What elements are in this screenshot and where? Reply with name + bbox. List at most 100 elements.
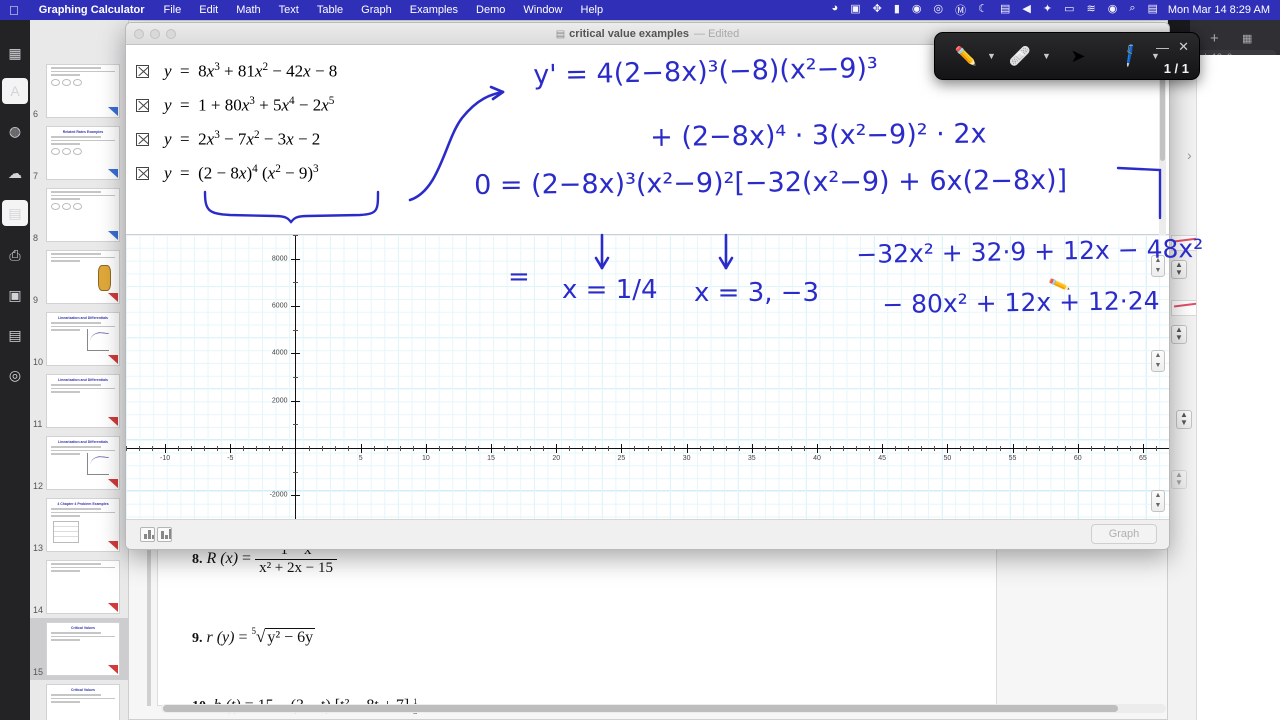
graph-canvas[interactable]: -10 -5 5 10 15 20 25 30 35 40 45 50 55 60 65 -2000 2000 4… bbox=[126, 235, 1169, 519]
slide-thumbnail-9[interactable]: 9 bbox=[30, 246, 128, 308]
slide-thumbnail-12[interactable]: Linearization and Differentials 12 bbox=[30, 432, 128, 494]
grid-icon[interactable]: ▦ bbox=[2, 40, 28, 66]
x-tick bbox=[1155, 446, 1157, 451]
moon-icon[interactable]: ☾ bbox=[972, 2, 994, 18]
minimize-toolbar-button[interactable]: — bbox=[1156, 40, 1169, 55]
menu-bar[interactable]:  Graphing Calculator FileEditMathTextTa… bbox=[0, 0, 1280, 20]
x-tick bbox=[451, 446, 453, 451]
equation-text[interactable]: y = 2x3 − 7x2 − 3x − 2 bbox=[164, 129, 320, 150]
equation-scrollbar[interactable] bbox=[1159, 71, 1166, 251]
stepper-control[interactable]: ▲ ▼ bbox=[1176, 410, 1192, 429]
graph-stepper-x[interactable]: ▲ ▼ bbox=[1151, 350, 1165, 372]
volume-icon[interactable]: ◀ bbox=[1016, 2, 1036, 18]
slide-thumbnail-10[interactable]: Linearization and Differentials 10 bbox=[30, 308, 128, 370]
screenshare-icon[interactable]: ▤ bbox=[1141, 2, 1163, 18]
slide-thumbnail-15[interactable]: Critical Values 15 bbox=[30, 618, 128, 680]
equation-text[interactable]: y = (2 − 8x)4 (x2 − 9)3 bbox=[164, 163, 319, 184]
calc-icon[interactable]: ▣ bbox=[2, 282, 28, 308]
slide-thumbnail-sidebar[interactable]: 6 Related Rates Examples 7 8 9 Linearization … bbox=[30, 20, 128, 720]
graph-stepper-y[interactable]: ▲ ▼ bbox=[1151, 255, 1165, 277]
close-toolbar-button[interactable]: ✕ bbox=[1178, 39, 1189, 55]
apple-icon[interactable]:  bbox=[0, 4, 29, 17]
pdf-icon[interactable]: ▤ bbox=[2, 322, 28, 348]
menu-table[interactable]: Table bbox=[308, 4, 352, 16]
equation-row[interactable]: y = 1 + 80x3 + 5x4 − 2x5 bbox=[136, 88, 1169, 122]
menu-file[interactable]: File bbox=[155, 4, 191, 16]
recording-icon[interactable]: ▮ bbox=[888, 2, 906, 18]
screen-icon[interactable]: ▣ bbox=[844, 2, 866, 18]
slide-thumbnail-6[interactable]: 6 bbox=[30, 60, 128, 122]
x-tick-label: -5 bbox=[227, 455, 234, 462]
menu-window[interactable]: Window bbox=[514, 4, 571, 16]
slide-thumbnail-16[interactable]: Critical Values16 bbox=[30, 680, 128, 720]
equation-text[interactable]: y = 8x3 + 81x2 − 42x − 8 bbox=[164, 61, 337, 82]
equation-text[interactable]: y = 1 + 80x3 + 5x4 − 2x5 bbox=[164, 95, 334, 116]
app-name-menu[interactable]: Graphing Calculator bbox=[29, 4, 155, 16]
traffic-lights[interactable] bbox=[134, 29, 176, 39]
slide-thumbnail-7[interactable]: Related Rates Examples 7 bbox=[30, 122, 128, 184]
equation-row[interactable]: y = (2 − 8x)4 (x2 − 9)3 bbox=[136, 156, 1169, 190]
menu-text[interactable]: Text bbox=[270, 4, 308, 16]
zoom-button[interactable] bbox=[166, 29, 176, 39]
search-icon[interactable]: ⌕ bbox=[1123, 2, 1141, 18]
close-button[interactable] bbox=[134, 29, 144, 39]
slide-thumbnail-11[interactable]: Linearization and Differentials 11 bbox=[30, 370, 128, 432]
fraction-denominator: x² + 2x − 15 bbox=[259, 560, 333, 576]
worksheet-horizontal-scrollbar[interactable] bbox=[161, 704, 1166, 713]
new-tab-icon[interactable]: + bbox=[1210, 30, 1219, 47]
menubar-clock[interactable]: Mon Mar 14 8:29 AM bbox=[1164, 4, 1280, 16]
sheet-icon[interactable]: ▤ bbox=[2, 200, 28, 226]
mail-icon[interactable]: Ⓜ bbox=[949, 2, 972, 18]
y-tick bbox=[291, 353, 301, 355]
user-icon[interactable]: ◉ bbox=[1102, 2, 1124, 18]
equation-checkbox[interactable] bbox=[136, 64, 149, 78]
dropbox-icon[interactable]: ◕ bbox=[826, 2, 845, 18]
annotation-toolbar[interactable]: ✏️ ▼ 🩹 ▼ ➤ 🖊️ ▼ — ✕ 1 / 1 bbox=[934, 32, 1200, 80]
menu-examples[interactable]: Examples bbox=[401, 4, 467, 16]
wifi-icon[interactable]: ≋ bbox=[1080, 2, 1101, 18]
dropbox-sync-icon[interactable]: ✥ bbox=[867, 2, 888, 18]
graph-button[interactable]: Graph bbox=[1091, 524, 1157, 544]
menu-help[interactable]: Help bbox=[572, 4, 613, 16]
record-icon[interactable]: ◎ bbox=[2, 362, 28, 388]
cloud-icon[interactable]: ☁ bbox=[2, 160, 28, 186]
equation-checkbox[interactable] bbox=[136, 166, 149, 180]
keyboard-icon[interactable]: ▤ bbox=[994, 2, 1016, 18]
chevron-down-icon[interactable]: ▼ bbox=[987, 51, 997, 61]
stepper-control[interactable]: ▲ ▼ bbox=[1171, 260, 1187, 279]
minimize-button[interactable] bbox=[150, 29, 160, 39]
circles-figure bbox=[51, 78, 115, 86]
pencil-tool[interactable]: ✏️ bbox=[949, 41, 983, 71]
menu-demo[interactable]: Demo bbox=[467, 4, 514, 16]
chat-icon[interactable]: ◍ bbox=[2, 118, 28, 144]
spiral-icon[interactable]: ◎ bbox=[928, 2, 950, 18]
x-tick bbox=[830, 446, 832, 451]
battery-icon[interactable]: ▭ bbox=[1058, 2, 1080, 18]
chevron-down-icon[interactable]: ▼ bbox=[1042, 51, 1052, 61]
graph-3d-icon[interactable] bbox=[157, 527, 172, 542]
adobe-icon[interactable]: A bbox=[2, 78, 28, 104]
equation-checkbox[interactable] bbox=[136, 98, 149, 112]
globe-icon[interactable]: ◉ bbox=[906, 2, 928, 18]
equation-row[interactable]: y = 2x3 − 7x2 − 3x − 2 bbox=[136, 122, 1169, 156]
menu-edit[interactable]: Edit bbox=[190, 4, 227, 16]
menu-math[interactable]: Math bbox=[227, 4, 269, 16]
equation-checkbox[interactable] bbox=[136, 132, 149, 146]
stepper-control[interactable]: ▲ ▼ bbox=[1171, 325, 1187, 344]
bluetooth-icon[interactable]: ✦ bbox=[1037, 2, 1058, 18]
highlighter-tool[interactable]: 🖊️ bbox=[1107, 34, 1152, 78]
graph-2d-icon[interactable] bbox=[140, 527, 155, 542]
app-dock[interactable]: ▦ A ◍ ☁ ▤ ⎙ ▣ ▤ ◎ bbox=[0, 20, 30, 720]
graph-stepper-z[interactable]: ▲ ▼ bbox=[1151, 490, 1165, 512]
x-tick-label: 5 bbox=[358, 455, 363, 462]
printer-icon[interactable]: ⎙ bbox=[2, 242, 28, 268]
chevron-right-icon[interactable]: › bbox=[1187, 147, 1192, 163]
tab-overview-icon[interactable]: ▦ bbox=[1242, 32, 1252, 45]
slide-thumbnail-8[interactable]: 8 bbox=[30, 184, 128, 246]
menu-graph[interactable]: Graph bbox=[352, 4, 401, 16]
pointer-tool[interactable]: ➤ bbox=[1061, 41, 1095, 71]
eraser-tool[interactable]: 🩹 bbox=[1003, 41, 1037, 71]
stepper-control[interactable]: ▲ ▼ bbox=[1171, 470, 1187, 489]
slide-thumbnail-13[interactable]: 4 Chapter 4 Problem Examples 13 bbox=[30, 494, 128, 556]
slide-thumbnail-14[interactable]: 14 bbox=[30, 556, 128, 618]
